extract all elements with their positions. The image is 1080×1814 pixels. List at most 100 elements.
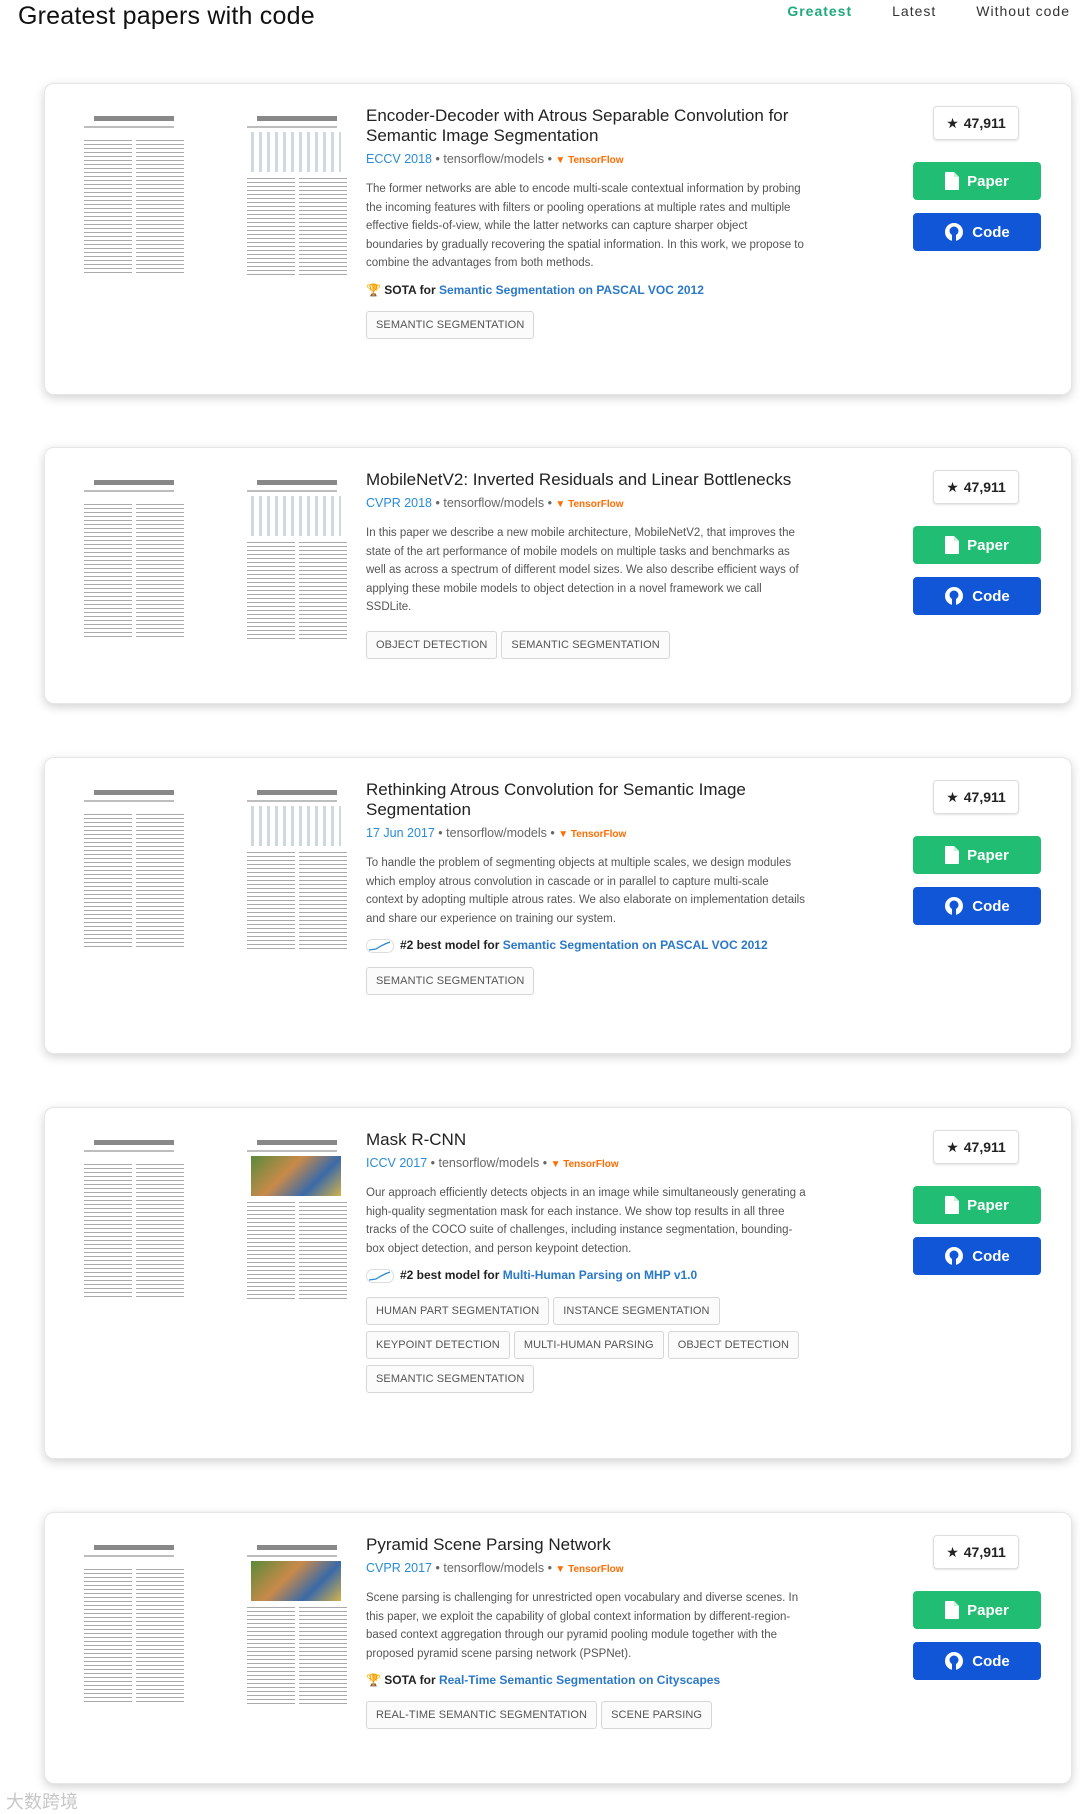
star-count[interactable]: ★ 47,911	[933, 470, 1019, 504]
trophy-icon: 🏆	[366, 282, 385, 297]
repo-name[interactable]: tensorflow/models	[438, 1156, 539, 1170]
paper-button-label: Paper	[967, 1601, 1009, 1619]
task-tag[interactable]: OBJECT DETECTION	[366, 630, 498, 659]
github-icon	[945, 897, 964, 915]
paper-page-preview	[243, 1539, 351, 1709]
task-tags: HUMAN PART SEGMENTATION INSTANCE SEGMENTA…	[366, 1296, 816, 1393]
sota-badge: #2 best model for Semantic Segmentation …	[366, 938, 806, 953]
document-icon	[945, 172, 960, 190]
tensorflow-icon: ▼	[550, 1159, 564, 1170]
task-tag[interactable]: INSTANCE SEGMENTATION	[553, 1296, 720, 1325]
paper-thumbnail[interactable]	[75, 474, 360, 644]
task-tag[interactable]: SEMANTIC SEGMENTATION	[366, 1364, 535, 1393]
code-button-label: Code	[972, 1247, 1010, 1265]
framework-label: TensorFlow	[563, 1159, 619, 1170]
repo-name[interactable]: tensorflow/models	[443, 1561, 544, 1575]
tensorflow-icon: ▼	[555, 499, 569, 510]
paper-button[interactable]: Paper	[913, 1186, 1041, 1224]
task-tags: REAL-TIME SEMANTIC SEGMENTATION SCENE PAR…	[366, 1701, 816, 1729]
sota-prefix: SOTA for	[384, 1673, 436, 1687]
paper-title[interactable]: Pyramid Scene Parsing Network	[366, 1535, 806, 1555]
paper-meta: CVPR 2018 • tensorflow/models • ▼ Tensor…	[366, 496, 624, 510]
page-title: Greatest papers with code	[18, 2, 315, 30]
task-tags: OBJECT DETECTION SEMANTIC SEGMENTATION	[366, 630, 816, 659]
paper-title[interactable]: MobileNetV2: Inverted Residuals and Line…	[366, 470, 806, 490]
venue-link[interactable]: CVPR 2018	[366, 496, 432, 510]
code-button[interactable]: Code	[913, 1642, 1041, 1680]
code-button[interactable]: Code	[913, 213, 1041, 251]
task-tag[interactable]: REAL-TIME SEMANTIC SEGMENTATION	[366, 1701, 598, 1729]
repo-name[interactable]: tensorflow/models	[443, 496, 544, 510]
trophy-icon: 🏆	[366, 1673, 385, 1687]
paper-button[interactable]: Paper	[913, 526, 1041, 564]
tab-without-code[interactable]: Without code	[976, 3, 1070, 19]
tab-greatest[interactable]: Greatest	[787, 3, 852, 19]
code-button[interactable]: Code	[913, 1237, 1041, 1275]
paper-thumbnail[interactable]	[75, 1539, 360, 1709]
tab-latest[interactable]: Latest	[892, 3, 936, 19]
code-button-label: Code	[972, 587, 1010, 605]
task-tag[interactable]: SEMANTIC SEGMENTATION	[366, 310, 535, 339]
star-count[interactable]: ★ 47,911	[933, 1130, 1019, 1164]
paper-card: Rethinking Atrous Convolution for Semant…	[44, 757, 1072, 1054]
page-header: Greatest papers with code Greatest Lates…	[0, 0, 1080, 50]
paper-page-preview	[80, 1134, 188, 1304]
paper-info: Encoder-Decoder with Atrous Separable Co…	[366, 106, 806, 339]
star-icon: ★	[946, 1543, 959, 1560]
paper-title[interactable]: Mask R-CNN	[366, 1130, 806, 1150]
task-tag[interactable]: MULTI-HUMAN PARSING	[513, 1330, 664, 1359]
watermark: 大数跨境	[6, 1792, 78, 1812]
repo-name[interactable]: tensorflow/models	[446, 826, 547, 840]
task-tag[interactable]: SEMANTIC SEGMENTATION	[501, 630, 670, 659]
sota-badge: #2 best model for Multi-Human Parsing on…	[366, 1268, 806, 1283]
star-count-value: 47,911	[963, 789, 1006, 805]
task-tag[interactable]: SCENE PARSING	[601, 1701, 713, 1729]
star-count[interactable]: ★ 47,911	[933, 106, 1019, 140]
paper-info: MobileNetV2: Inverted Residuals and Line…	[366, 470, 806, 659]
paper-button[interactable]: Paper	[913, 836, 1041, 874]
paper-thumbnail[interactable]	[75, 784, 360, 954]
star-icon: ★	[946, 788, 959, 805]
paper-thumbnail[interactable]	[75, 110, 360, 280]
star-count[interactable]: ★ 47,911	[933, 780, 1019, 814]
document-icon	[945, 536, 960, 554]
paper-button[interactable]: Paper	[913, 162, 1041, 200]
sota-badge: 🏆 SOTA for Real-Time Semantic Segmentati…	[366, 1673, 806, 1687]
task-tag[interactable]: SEMANTIC SEGMENTATION	[366, 966, 535, 995]
venue-link[interactable]: 17 Jun 2017	[366, 826, 435, 840]
task-tag[interactable]: KEYPOINT DETECTION	[366, 1330, 510, 1359]
paper-title[interactable]: Encoder-Decoder with Atrous Separable Co…	[366, 106, 806, 146]
task-tag[interactable]: HUMAN PART SEGMENTATION	[366, 1296, 550, 1325]
venue-link[interactable]: ICCV 2017	[366, 1156, 427, 1170]
paper-title[interactable]: Rethinking Atrous Convolution for Semant…	[366, 780, 806, 820]
paper-button-label: Paper	[967, 536, 1009, 554]
paper-thumbnail[interactable]	[75, 1134, 360, 1304]
repo-name[interactable]: tensorflow/models	[443, 152, 544, 166]
sparkline-icon	[366, 938, 394, 953]
paper-abstract: The former networks are able to encode m…	[366, 183, 804, 269]
star-count[interactable]: ★ 47,911	[933, 1535, 1019, 1569]
paper-info: Pyramid Scene Parsing Network CVPR 2017 •…	[366, 1535, 806, 1729]
paper-button[interactable]: Paper	[913, 1591, 1041, 1629]
paper-abstract: Scene parsing is challenging for unrestr…	[366, 1592, 799, 1660]
paper-page-preview	[80, 110, 188, 280]
sota-task-link[interactable]: Multi-Human Parsing on MHP v1.0	[503, 1268, 697, 1282]
code-button[interactable]: Code	[913, 577, 1041, 615]
paper-meta: ECCV 2018 • tensorflow/models • ▼ Tensor…	[366, 152, 624, 166]
sota-task-link[interactable]: Semantic Segmentation on PASCAL VOC 2012	[439, 283, 704, 297]
paper-page-preview	[243, 110, 351, 280]
venue-link[interactable]: ECCV 2018	[366, 152, 432, 166]
sota-prefix: #2 best model for	[400, 938, 500, 952]
framework-label: TensorFlow	[568, 499, 624, 510]
github-icon	[945, 223, 964, 241]
sota-task-link[interactable]: Real-Time Semantic Segmentation on Citys…	[439, 1673, 720, 1687]
venue-link[interactable]: CVPR 2017	[366, 1561, 432, 1575]
paper-info: Mask R-CNN ICCV 2017 • tensorflow/models …	[366, 1130, 806, 1393]
document-icon	[945, 1196, 960, 1214]
paper-button-label: Paper	[967, 846, 1009, 864]
sota-task-link[interactable]: Semantic Segmentation on PASCAL VOC 2012	[503, 938, 768, 952]
paper-card: MobileNetV2: Inverted Residuals and Line…	[44, 447, 1072, 704]
star-icon: ★	[946, 114, 959, 131]
task-tag[interactable]: OBJECT DETECTION	[667, 1330, 800, 1359]
code-button[interactable]: Code	[913, 887, 1041, 925]
